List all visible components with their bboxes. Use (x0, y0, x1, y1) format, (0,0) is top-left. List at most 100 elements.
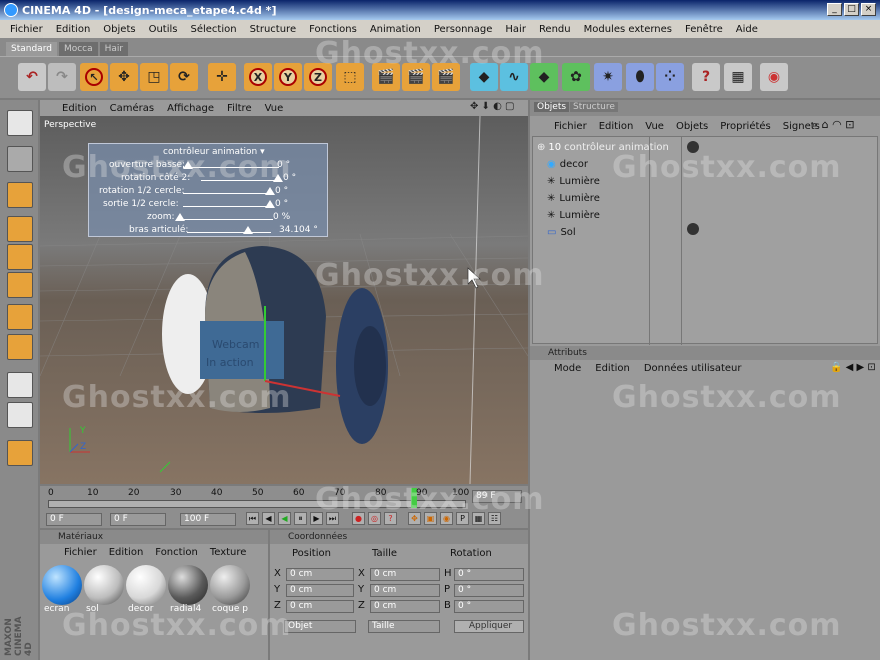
menu-objets[interactable]: Objets (103, 24, 135, 35)
play-back-icon[interactable]: ◀ (278, 512, 291, 525)
menu-hair[interactable]: Hair (505, 24, 526, 35)
obj-menu-vue[interactable]: Vue (645, 121, 664, 132)
vp-menu-affichage[interactable]: Affichage (167, 103, 214, 114)
tab-objets[interactable]: Objets (534, 102, 570, 112)
array-icon[interactable]: ✿ (562, 63, 590, 91)
tweak-tool-icon[interactable] (7, 402, 33, 428)
select-arrow-icon[interactable]: ↖ (80, 63, 108, 91)
material-ecran[interactable] (42, 565, 82, 605)
obj-menu-objets[interactable]: Objets (676, 121, 708, 132)
start-frame-field[interactable]: 0 F (46, 513, 102, 526)
move-icon[interactable]: ✥ (110, 63, 138, 91)
texture-tool-icon[interactable] (7, 334, 33, 360)
menu-selection[interactable]: Sélection (190, 24, 236, 35)
menu-edition[interactable]: Edition (56, 24, 91, 35)
attr-menu-mode[interactable]: Mode (554, 363, 581, 374)
search-icon[interactable]: ⌕ ⌂ ◠ ⊡ (812, 118, 854, 132)
redo-icon[interactable]: ↷ (48, 63, 76, 91)
close-button[interactable]: × (861, 3, 876, 16)
points-tool-icon[interactable] (7, 244, 33, 270)
mat-menu-fonction[interactable]: Fonction (155, 547, 198, 558)
list-item[interactable]: ✳ Lumière (537, 207, 877, 223)
hud-slider-track[interactable] (187, 232, 271, 233)
position-z-field[interactable]: 0 cm (286, 600, 354, 613)
end-frame-field[interactable]: 100 F (180, 513, 236, 526)
scale-icon[interactable]: ◳ (140, 63, 168, 91)
coord-mode-select[interactable]: Objet (284, 620, 356, 633)
size-mode-select[interactable]: Taille (368, 620, 440, 633)
material-coque[interactable] (210, 565, 250, 605)
object-tool-icon[interactable] (7, 182, 33, 208)
lock-icon[interactable]: 🔒 ◀ ▶ ⊡ (830, 362, 876, 373)
help-icon[interactable]: ? (692, 63, 720, 91)
menu-structure[interactable]: Structure (250, 24, 297, 35)
mat-menu-fichier[interactable]: Fichier (64, 547, 97, 558)
menu-outils[interactable]: Outils (149, 24, 178, 35)
vp-menu-cameras[interactable]: Caméras (110, 103, 154, 114)
snap-tool-icon[interactable] (7, 440, 33, 466)
hud-slider-thumb[interactable] (265, 200, 275, 208)
pause-icon[interactable]: ⏸ (294, 512, 307, 525)
polygons-tool-icon[interactable] (7, 304, 33, 330)
table-icon[interactable]: ▦ (724, 63, 752, 91)
material-tag-icon[interactable] (687, 223, 699, 235)
particle-icon[interactable]: ⁘ (656, 63, 684, 91)
deformer-icon[interactable]: ✷ (594, 63, 622, 91)
world-axis-icon[interactable]: ✛ (208, 63, 236, 91)
go-start-icon[interactable]: ⏮ (246, 512, 259, 525)
apply-button[interactable]: Appliquer (454, 620, 524, 633)
material-sol[interactable] (84, 565, 124, 605)
size-z-field[interactable]: 0 cm (370, 600, 440, 613)
axis-tool-icon[interactable] (7, 216, 33, 242)
mat-menu-texture[interactable]: Texture (210, 547, 247, 558)
size-x-field[interactable]: 0 cm (370, 568, 440, 581)
attr-menu-donnees[interactable]: Données utilisateur (644, 363, 742, 374)
scene-object-icon[interactable]: ⬮ (626, 63, 654, 91)
hud-slider-thumb[interactable] (265, 187, 275, 195)
vp-menu-edition[interactable]: Edition (62, 103, 97, 114)
list-item[interactable]: ✳ Lumière (537, 190, 877, 206)
menu-fenetre[interactable]: Fenêtre (685, 24, 723, 35)
viewport-layout-icon[interactable] (7, 110, 33, 136)
hud-slider-track[interactable] (183, 206, 273, 207)
menu-personnage[interactable]: Personnage (434, 24, 493, 35)
viewport-nav-icons[interactable]: ✥ ⬇ ◐ ▢ (470, 101, 514, 112)
menu-fichier[interactable]: Fichier (10, 24, 43, 35)
prev-frame-icon[interactable]: ◀ (262, 512, 275, 525)
maximize-button[interactable]: □ (844, 3, 859, 16)
material-decor[interactable] (126, 565, 166, 605)
list-item[interactable]: ▭ Sol (537, 224, 877, 240)
obj-menu-fichier[interactable]: Fichier (554, 121, 587, 132)
checker-tool-icon[interactable] (7, 372, 33, 398)
web-icon[interactable]: ◉ (760, 63, 788, 91)
size-y-field[interactable]: 0 cm (370, 584, 440, 597)
edges-tool-icon[interactable] (7, 272, 33, 298)
tab-standard[interactable]: Standard (6, 42, 57, 56)
menu-modules[interactable]: Modules externes (584, 24, 672, 35)
hud-slider-track[interactable] (183, 193, 273, 194)
y-axis-lock-icon[interactable]: Y (274, 63, 302, 91)
vp-menu-filtre[interactable]: Filtre (227, 103, 252, 114)
obj-menu-proprietes[interactable]: Propriétés (720, 121, 771, 132)
rotation-b-field[interactable]: 0 ° (454, 600, 524, 613)
x-axis-lock-icon[interactable]: X (244, 63, 272, 91)
position-x-field[interactable]: 0 cm (286, 568, 354, 581)
tab-structure[interactable]: Structure (570, 102, 618, 112)
undo-icon[interactable]: ↶ (18, 63, 46, 91)
tab-hair[interactable]: Hair (99, 42, 129, 56)
menu-rendu[interactable]: Rendu (539, 24, 571, 35)
mat-menu-edition[interactable]: Edition (109, 547, 144, 558)
material-radial4[interactable] (168, 565, 208, 605)
menu-fonctions[interactable]: Fonctions (309, 24, 357, 35)
preview-frame-field[interactable]: 0 F (110, 513, 166, 526)
position-y-field[interactable]: 0 cm (286, 584, 354, 597)
rotation-p-field[interactable]: 0 ° (454, 584, 524, 597)
menu-aide[interactable]: Aide (736, 24, 758, 35)
menu-animation[interactable]: Animation (370, 24, 421, 35)
obj-menu-edition[interactable]: Edition (599, 121, 634, 132)
vp-menu-vue[interactable]: Vue (265, 103, 284, 114)
hud-slider-track[interactable] (177, 219, 273, 220)
hud-slider-thumb[interactable] (243, 226, 253, 234)
model-tool-icon[interactable] (7, 146, 33, 172)
tab-mocca[interactable]: Mocca (58, 42, 98, 56)
